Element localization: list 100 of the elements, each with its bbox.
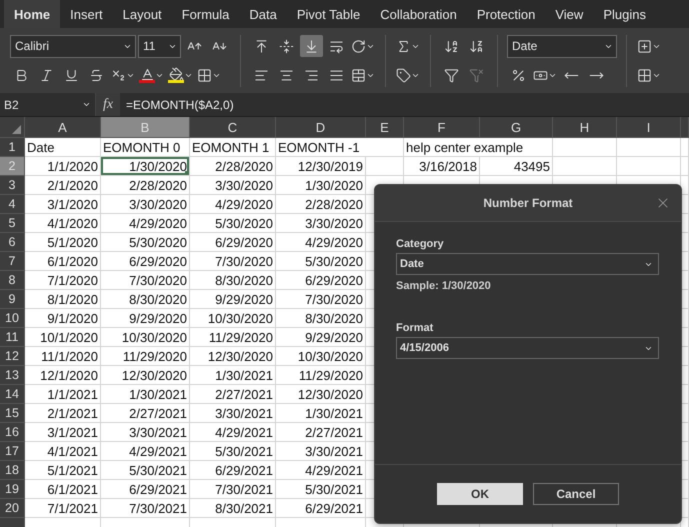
row-header[interactable]: 6 [0, 233, 25, 252]
ribbon-tab[interactable]: Insert [60, 0, 113, 28]
font-size-dropdown[interactable]: 11 [138, 34, 181, 58]
row-header[interactable]: 3 [0, 176, 25, 195]
column-header[interactable]: F [404, 117, 480, 138]
table-cell: 8/30/2020 [101, 290, 190, 309]
row-header[interactable]: 18 [0, 461, 25, 480]
row-header[interactable]: 11 [0, 328, 25, 347]
wrap-text-icon[interactable] [329, 38, 344, 54]
row-header[interactable]: 19 [0, 480, 25, 499]
align-right-icon[interactable] [304, 68, 319, 82]
ribbon-tab[interactable]: Formula [172, 0, 240, 28]
column-header[interactable]: G [480, 117, 553, 138]
caret-icon [82, 100, 91, 109]
filter-icon[interactable] [444, 68, 459, 82]
sort-z-a-icon[interactable] [469, 38, 484, 54]
row-header[interactable]: 1 [0, 138, 25, 157]
ribbon-tab[interactable]: Collaboration [370, 0, 467, 28]
row-header[interactable]: 8 [0, 271, 25, 290]
ok-button[interactable]: OK [437, 483, 523, 505]
table-cell: 9/29/2020 [101, 309, 190, 328]
font-name-dropdown[interactable]: Calibri [10, 34, 136, 58]
row-header[interactable]: 16 [0, 423, 25, 442]
row-header[interactable]: 10 [0, 309, 25, 328]
table-cell: 4/29/2021 [190, 423, 276, 442]
tag-icon[interactable] [396, 68, 411, 82]
table-cell: 10/30/2020 [190, 309, 276, 328]
paint-bucket-icon[interactable] [168, 67, 184, 82]
table-cell: EOMONTH 0 [101, 138, 190, 157]
column-header[interactable]: I [617, 117, 681, 138]
row-header[interactable]: 20 [0, 499, 25, 518]
align-bottom-button[interactable] [300, 35, 323, 57]
ribbon-tab[interactable]: View [545, 0, 594, 28]
underline-icon[interactable] [64, 68, 79, 82]
strikethrough-icon[interactable] [89, 68, 104, 82]
table-cell: 1/30/2020 [276, 176, 366, 195]
table-cell: 2/1/2021 [25, 404, 101, 423]
table-cell: 12/30/2020 [276, 385, 366, 404]
ribbon-tab[interactable]: Layout [112, 0, 172, 28]
table-cell: 1/30/2021 [101, 385, 190, 404]
number-format-dropdown[interactable]: Date [507, 34, 617, 58]
column-header[interactable]: D [276, 117, 366, 138]
rotate-icon[interactable] [351, 38, 366, 54]
table-cell: 12/30/2020 [101, 366, 190, 385]
align-left-icon[interactable] [254, 68, 269, 82]
table-cell: 5/30/2021 [101, 461, 190, 480]
align-bottom-icon[interactable] [304, 38, 319, 54]
row-header[interactable]: 5 [0, 214, 25, 233]
align-middle-icon[interactable] [279, 38, 294, 54]
column-header[interactable]: H [553, 117, 617, 138]
table-cell: 2/28/2020 [190, 157, 276, 176]
table-cell: 8/30/2020 [190, 271, 276, 290]
column-header[interactable]: E [366, 117, 404, 138]
formula-input[interactable]: =EOMONTH($A2,0) [120, 98, 689, 112]
plus-square-icon[interactable] [637, 38, 652, 54]
cancel-button[interactable]: Cancel [533, 483, 619, 505]
ribbon-tab[interactable]: Home [4, 0, 60, 28]
corner-triangle-icon [12, 125, 21, 134]
table-cell: 1/1/2021 [25, 385, 101, 404]
column-header[interactable]: C [190, 117, 276, 138]
merge-cells-icon[interactable] [351, 68, 366, 82]
sort-a-z-icon[interactable] [444, 38, 459, 54]
table-cell: 12/30/2019 [276, 157, 366, 176]
grid-icon[interactable] [637, 68, 652, 82]
format-dropdown[interactable]: 4/15/2006 [396, 337, 659, 359]
row-header[interactable]: 9 [0, 290, 25, 309]
function-button[interactable]: fx [96, 93, 120, 116]
justify-icon[interactable] [329, 68, 344, 82]
row-header[interactable]: 17 [0, 442, 25, 461]
italic-icon[interactable] [39, 68, 54, 82]
table-cell: 4/1/2020 [25, 214, 101, 233]
align-top-icon[interactable] [254, 38, 269, 54]
column-header[interactable]: A [25, 117, 101, 138]
table-cell: 10/30/2020 [276, 347, 366, 366]
table-cell: 2/27/2021 [101, 404, 190, 423]
row-header[interactable]: 14 [0, 385, 25, 404]
category-label: Category [396, 238, 445, 250]
row-header[interactable]: 13 [0, 366, 25, 385]
letter-a-icon[interactable] [140, 67, 154, 82]
table-cell: EOMONTH -1 [276, 138, 404, 157]
percent-icon[interactable] [511, 68, 526, 82]
table-cell: 3/1/2020 [25, 195, 101, 214]
table-cell: 6/1/2021 [25, 480, 101, 499]
row-header[interactable]: 7 [0, 252, 25, 271]
borders-icon[interactable] [197, 68, 212, 82]
ribbon-tab[interactable]: Pivot Table [286, 0, 370, 28]
ribbon-tab[interactable]: Protection [466, 0, 546, 28]
table-cell: 2/28/2020 [101, 176, 190, 195]
select-all-corner[interactable] [0, 117, 25, 138]
table-cell: 8/30/2021 [190, 499, 276, 518]
row-header[interactable]: 15 [0, 404, 25, 423]
subscript-icon[interactable] [111, 68, 126, 82]
category-dropdown[interactable]: Date [396, 253, 659, 275]
table-cell: 1/30/2021 [190, 366, 276, 385]
ribbon-tab[interactable]: Data [239, 0, 287, 28]
row-header[interactable]: 12 [0, 347, 25, 366]
align-center-icon[interactable] [279, 68, 294, 82]
row-header[interactable]: 4 [0, 195, 25, 214]
table-cell: 12/1/2020 [25, 366, 101, 385]
ribbon-tab[interactable]: Plugins [593, 0, 656, 28]
